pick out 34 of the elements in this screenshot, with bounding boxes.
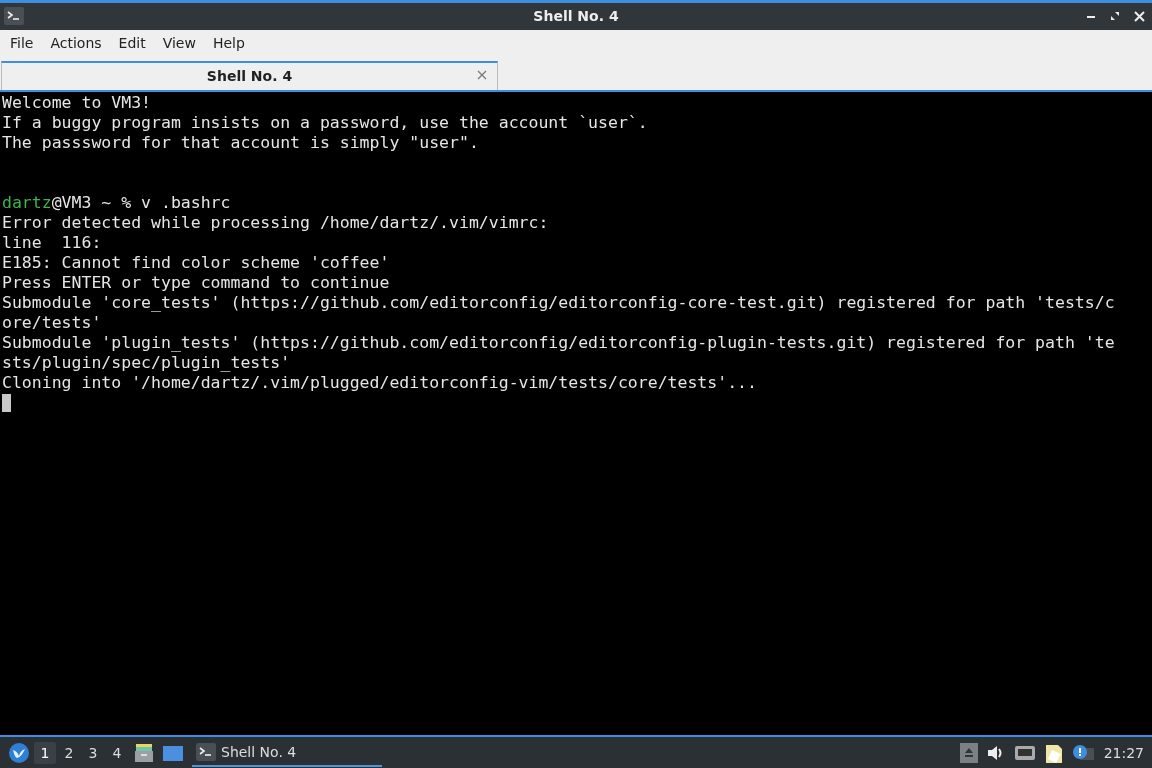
terminal-icon[interactable] [4, 7, 24, 26]
desktop-icon[interactable] [162, 743, 184, 762]
terminal-line: E185: Cannot find color scheme 'coffee' [2, 252, 391, 273]
tab[interactable]: Shell No. 4 [1, 60, 498, 90]
terminal-line: Press ENTER or type command to continue [2, 272, 391, 293]
menu-item[interactable]: Help [204, 34, 253, 51]
terminal-line: The passsword for that account is simply "user". [2, 132, 480, 153]
menu-item[interactable]: File [2, 34, 42, 51]
terminal-icon [196, 742, 216, 761]
clock: 21:27 [1103, 744, 1144, 761]
terminal-line: line 116: [2, 232, 103, 253]
network-icon[interactable] [1013, 743, 1036, 762]
notification-icon[interactable] [1071, 743, 1094, 762]
menu-item[interactable]: Edit [110, 34, 154, 51]
menu-item[interactable]: Actions [42, 34, 110, 51]
terminal-line: Cloning into '/home/dartz/.vim/plugged/editorconfig-vim/tests/core/tests'... [2, 372, 758, 393]
prompt-line: dartz@VM3 ~ % v .bashrc [2, 192, 232, 213]
workspace-button[interactable]: 2 [58, 741, 80, 764]
workspace-button[interactable]: 4 [106, 741, 128, 764]
text-cursor [2, 393, 11, 412]
eject-icon[interactable] [959, 742, 978, 763]
terminal-line: Submodule 'plugin_tests' (https://github.com/editorconfig/editorconfig-plugin-tests.git) registered for path 'te [2, 332, 1116, 353]
file-cabinet-icon[interactable] [134, 742, 154, 763]
terminal-line: ore/tests' [2, 312, 103, 333]
window-title: Shell No. 4 [533, 8, 619, 25]
terminal-line: Submodule 'core_tests' (https://github.com/editorconfig/editorconfig-core-test.git) registered for path 'tests/c [2, 292, 1116, 313]
terminal-line: If a buggy program insists on a password, use the account `user`. [2, 112, 649, 133]
terminal-line: Welcome to VM3! [2, 92, 152, 113]
workspace-button[interactable]: 3 [82, 741, 104, 764]
menu-item[interactable]: View [154, 34, 204, 51]
taskbar-task[interactable]: Shell No. 4 [192, 738, 382, 768]
terminal-line: Error detected while processing /home/dartz/.vim/vimrc: [2, 212, 550, 233]
terminal-line: sts/plugin/spec/plugin_tests' [2, 352, 292, 373]
workspace-button[interactable]: 1 [34, 741, 56, 764]
